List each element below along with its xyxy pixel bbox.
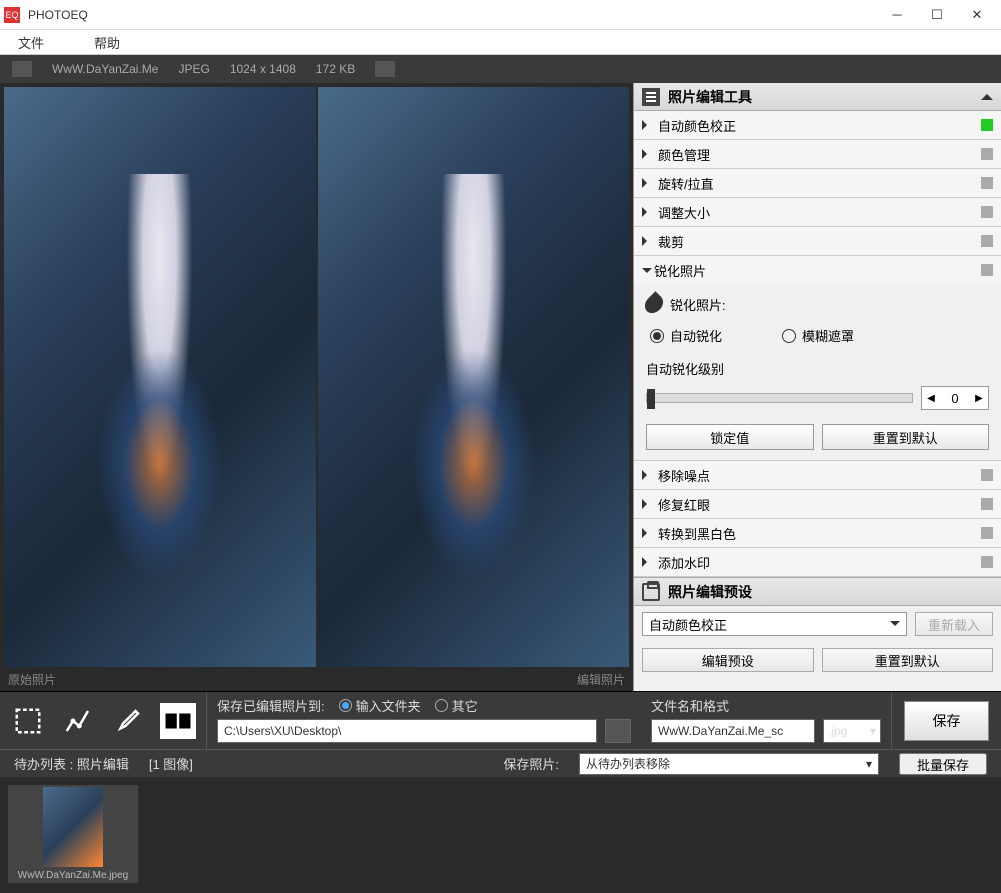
acc-rotate[interactable]: 旋转/拉直 xyxy=(634,169,1001,197)
acc-crop[interactable]: 裁剪 xyxy=(634,227,1001,255)
status-indicator xyxy=(981,206,993,218)
chevron-down-icon xyxy=(890,621,900,631)
preset-title: 照片编辑预设 xyxy=(668,582,993,602)
acc-color-mgmt[interactable]: 颜色管理 xyxy=(634,140,1001,168)
spinner-up[interactable]: ▶ xyxy=(970,387,988,409)
compare-tool-icon[interactable] xyxy=(160,703,196,739)
info-dimensions: 1024 x 1408 xyxy=(230,62,296,76)
save-button[interactable]: 保存 xyxy=(904,701,989,741)
sharpen-slider[interactable] xyxy=(646,393,913,403)
status-indicator xyxy=(981,235,993,247)
radio-unsharp-mask[interactable]: 模糊遮罩 xyxy=(782,326,854,345)
droplet-icon xyxy=(641,291,666,316)
camera-icon xyxy=(375,61,395,77)
edited-image[interactable] xyxy=(318,87,630,667)
image-icon xyxy=(12,61,32,77)
info-size: 172 KB xyxy=(316,62,355,76)
reset-button[interactable]: 重置到默认 xyxy=(822,424,990,450)
acc-redeye[interactable]: 修复红眼 xyxy=(634,490,1001,518)
filename-label: 文件名和格式 xyxy=(651,696,881,715)
radio-other[interactable]: 其它 xyxy=(435,696,478,715)
original-label: 原始照片 xyxy=(8,671,317,691)
reset-preset-button[interactable]: 重置到默认 xyxy=(822,648,994,672)
spinner-down[interactable]: ◀ xyxy=(922,387,940,409)
settings-icon xyxy=(642,88,660,106)
collapse-icon[interactable] xyxy=(981,88,993,100)
batch-save-button[interactable]: 批量保存 xyxy=(899,753,987,775)
preview-area: 原始照片 编辑照片 xyxy=(0,83,633,691)
path-input[interactable]: C:\Users\XU\Desktop\ xyxy=(217,719,597,743)
status-indicator xyxy=(981,148,993,160)
radio-input-folder[interactable]: 输入文件夹 xyxy=(339,696,421,715)
window-title: PHOTOEQ xyxy=(28,8,877,22)
info-format: JPEG xyxy=(178,62,209,76)
curves-tool-icon[interactable] xyxy=(60,703,96,739)
acc-auto-color[interactable]: 自动颜色校正 xyxy=(634,111,1001,139)
maximize-button[interactable]: ☐ xyxy=(917,0,957,30)
thumbnail-image xyxy=(43,787,103,867)
acc-sharpen[interactable]: 锐化照片 xyxy=(634,256,1001,284)
panel-title: 照片编辑工具 xyxy=(668,87,981,107)
save-to-label: 保存已编辑照片到: xyxy=(217,696,325,715)
edit-preset-button[interactable]: 编辑预设 xyxy=(642,648,814,672)
app-logo: EQ xyxy=(4,7,20,23)
queue-save-label: 保存照片: xyxy=(503,754,559,773)
queue-count: [1 图像] xyxy=(149,754,193,773)
browse-button[interactable] xyxy=(605,719,631,743)
acc-watermark[interactable]: 添加水印 xyxy=(634,548,1001,576)
menu-file[interactable]: 文件 xyxy=(8,33,54,52)
original-image[interactable] xyxy=(4,87,316,667)
level-label: 自动锐化级别 xyxy=(646,359,989,378)
preset-select[interactable]: 自动颜色校正 xyxy=(642,612,907,636)
queue-action-select[interactable]: 从待办列表移除▾ xyxy=(579,753,879,775)
status-indicator xyxy=(981,264,993,276)
preset-icon xyxy=(642,583,660,601)
status-indicator xyxy=(981,119,993,131)
status-indicator xyxy=(981,498,993,510)
queue-label: 待办列表 : 照片编辑 xyxy=(14,754,129,773)
filename-input[interactable]: WwW.DaYanZai.Me_sc xyxy=(651,719,815,743)
menu-help[interactable]: 帮助 xyxy=(84,33,130,52)
close-button[interactable]: ✕ xyxy=(957,0,997,30)
status-indicator xyxy=(981,177,993,189)
sharpen-title: 锐化照片: xyxy=(670,295,726,314)
edited-label: 编辑照片 xyxy=(317,671,626,691)
eyedropper-tool-icon[interactable] xyxy=(110,703,146,739)
reload-button[interactable]: 重新载入 xyxy=(915,612,993,636)
acc-blackwhite[interactable]: 转换到黑白色 xyxy=(634,519,1001,547)
status-indicator xyxy=(981,469,993,481)
format-select[interactable]: .jpg▾ xyxy=(823,719,881,743)
acc-resize[interactable]: 调整大小 xyxy=(634,198,1001,226)
thumbnail-name: WwW.DaYanZai.Me.jpeg xyxy=(18,870,128,881)
lock-button[interactable]: 锁定值 xyxy=(646,424,814,450)
info-filename: WwW.DaYanZai.Me xyxy=(52,62,158,76)
status-indicator xyxy=(981,527,993,539)
acc-denoise[interactable]: 移除噪点 xyxy=(634,461,1001,489)
minimize-button[interactable]: ─ xyxy=(877,0,917,30)
radio-auto-sharpen[interactable]: 自动锐化 xyxy=(650,326,722,345)
spinner-value: 0 xyxy=(940,391,970,406)
sharpen-spinner[interactable]: ◀ 0 ▶ xyxy=(921,386,989,410)
status-indicator xyxy=(981,556,993,568)
crop-tool-icon[interactable] xyxy=(10,703,46,739)
thumbnail-item[interactable]: WwW.DaYanZai.Me.jpeg xyxy=(8,785,138,883)
